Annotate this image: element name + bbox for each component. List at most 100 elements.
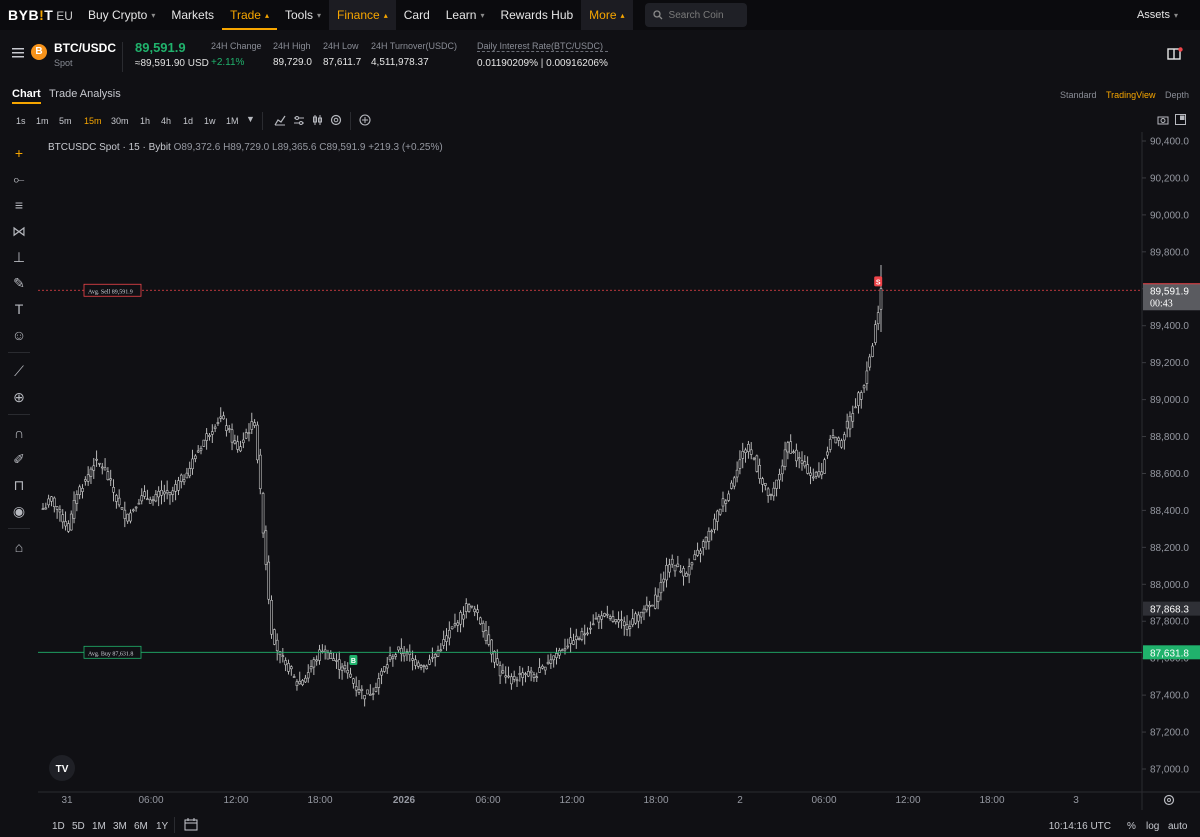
x-tick-label: 12:00 [559, 795, 584, 806]
auto-toggle[interactable]: auto [1168, 821, 1187, 832]
lock-icon[interactable]: ⊓ [10, 476, 28, 494]
candle-body [704, 536, 708, 543]
candle-body [343, 665, 347, 670]
lock-drawing-icon[interactable]: ✐ [10, 450, 28, 468]
candle-body [52, 497, 56, 508]
candle-body [242, 439, 245, 444]
timeframe-1w[interactable]: 1w [204, 116, 216, 126]
nav-card[interactable]: Card [396, 0, 438, 30]
candle-body [665, 564, 668, 581]
nav-label: Finance [337, 8, 380, 22]
nav-finance[interactable]: Finance ▴ [329, 0, 396, 30]
layout-toggle-icon[interactable] [1167, 47, 1183, 61]
candle-body [154, 494, 158, 502]
candle-body [831, 435, 835, 439]
measure-line-icon[interactable]: ⊥ [10, 248, 28, 266]
candle-body [837, 437, 840, 441]
camera-icon[interactable] [1157, 115, 1169, 125]
chart-settings-icon[interactable] [293, 115, 305, 126]
x-tick-label: 18:00 [643, 795, 668, 806]
indicators-icon[interactable] [274, 115, 286, 126]
magnet-icon[interactable]: ∩ [10, 424, 28, 442]
search-input[interactable]: Search Coin [644, 3, 747, 27]
nav-tools[interactable]: Tools ▾ [277, 0, 329, 30]
range-3m[interactable]: 3M [113, 821, 127, 832]
view-tradingview[interactable]: TradingView [1106, 90, 1156, 100]
stat-daily-interest[interactable]: Daily Interest Rate(BTC/USDC) 0.01190209%… [477, 41, 608, 69]
timeframe-dropdown-icon[interactable]: ▼ [246, 114, 255, 124]
timeframe-1m[interactable]: 1m [36, 116, 49, 126]
log-toggle[interactable]: log [1146, 821, 1159, 832]
price-chart[interactable]: 90,400.090,200.090,000.089,800.089,600.0… [38, 132, 1200, 810]
last-price-fiat: ≈89,591.90 USD [135, 58, 209, 69]
candle-body [501, 670, 505, 674]
emoji-icon[interactable]: ☺ [10, 326, 28, 344]
view-standard[interactable]: Standard [1060, 90, 1097, 100]
candle-body [352, 678, 355, 684]
timeframe-1M[interactable]: 1M [226, 116, 239, 126]
menu-icon[interactable] [12, 48, 24, 58]
range-1y[interactable]: 1Y [156, 821, 168, 832]
trend-line-icon[interactable]: ⟜ [10, 170, 28, 188]
y-tick-label: 90,400.0 [1150, 137, 1189, 148]
candle-body [50, 496, 53, 502]
candle-body [597, 616, 601, 623]
view-depth[interactable]: Depth [1165, 90, 1189, 100]
candle-body [876, 312, 880, 325]
timeframe-15m[interactable]: 15m [84, 116, 102, 126]
candle-body [380, 670, 383, 676]
chart-toolbar: 1s 1m 5m 15m 30m 1h 4h 1d 1w 1M ▼ [0, 112, 1200, 132]
pair-name[interactable]: BTC/USDC [54, 41, 116, 55]
candle-body [117, 497, 121, 506]
bybit-logo[interactable]: BYB!T EU [8, 7, 80, 23]
range-1m[interactable]: 1M [92, 821, 106, 832]
nav-trade[interactable]: Trade ▴ [222, 0, 277, 30]
tab-trade-analysis[interactable]: Trade Analysis [49, 88, 121, 100]
ruler-icon[interactable]: ⟋ [10, 362, 28, 380]
assets-menu[interactable]: Assets ▾ [1137, 0, 1178, 30]
calendar-icon[interactable] [184, 818, 198, 831]
percent-toggle[interactable]: % [1127, 821, 1136, 832]
crosshair-icon[interactable]: + [10, 144, 28, 162]
candle-body [448, 629, 451, 639]
candle-body [112, 487, 115, 493]
range-6m[interactable]: 6M [134, 821, 148, 832]
candle-body [857, 392, 860, 406]
text-icon[interactable]: T [10, 300, 28, 318]
nav-buy-crypto[interactable]: Buy Crypto ▾ [80, 0, 163, 30]
chevron-down-icon: ▾ [317, 10, 322, 20]
zoom-in-icon[interactable]: ⊕ [10, 388, 28, 406]
compare-icon[interactable] [312, 114, 324, 126]
pattern-icon[interactable]: ⋈ [10, 222, 28, 240]
x-tick-label: 06:00 [138, 795, 163, 806]
candle-body [687, 566, 691, 576]
add-icon[interactable] [359, 114, 371, 126]
brush-icon[interactable]: ✎ [10, 274, 28, 292]
nav-more[interactable]: More ▴ [581, 0, 633, 30]
candle-body [81, 488, 84, 492]
timeframe-5m[interactable]: 5m [59, 116, 72, 126]
tab-chart[interactable]: Chart [12, 88, 41, 104]
timeframe-30m[interactable]: 30m [111, 116, 129, 126]
candle-body [196, 450, 200, 453]
candle-body [642, 608, 646, 614]
candle-body [518, 673, 522, 675]
fullscreen-icon[interactable] [1175, 114, 1186, 125]
range-5d[interactable]: 5D [72, 821, 85, 832]
gear-icon[interactable] [330, 114, 342, 126]
chevron-down-icon: ▾ [480, 10, 485, 20]
eye-icon[interactable]: ◉ [10, 502, 28, 520]
horizontal-lines-icon[interactable]: ≡ [10, 196, 28, 214]
nav-learn[interactable]: Learn ▾ [438, 0, 493, 30]
timeframe-1h[interactable]: 1h [140, 116, 150, 126]
nav-rewards-hub[interactable]: Rewards Hub [492, 0, 581, 30]
range-1d[interactable]: 1D [52, 821, 65, 832]
candle-body [67, 523, 70, 532]
utc-clock[interactable]: 10:14:16 UTC [1049, 821, 1111, 832]
nav-markets[interactable]: Markets [163, 0, 222, 30]
trash-icon[interactable]: ⌂ [10, 538, 28, 556]
timeframe-1d[interactable]: 1d [183, 116, 193, 126]
timeframe-1s[interactable]: 1s [16, 116, 26, 126]
timeframe-4h[interactable]: 4h [161, 116, 171, 126]
candle-body [817, 471, 821, 477]
